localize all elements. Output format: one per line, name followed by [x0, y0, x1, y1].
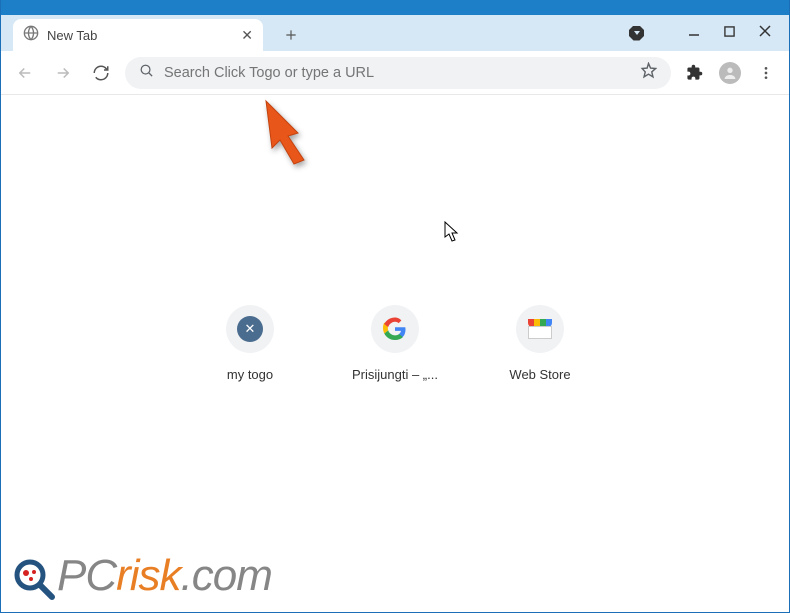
browser-window: New Tab ✕: [0, 0, 790, 613]
google-icon: [383, 317, 407, 341]
close-window-button[interactable]: [759, 24, 771, 42]
shortcut-icon: [371, 305, 419, 353]
forward-button[interactable]: [49, 59, 77, 87]
tab-active[interactable]: New Tab ✕: [13, 19, 263, 51]
shortcut-web-store[interactable]: Web Store: [495, 305, 585, 382]
arrow-annotation-icon: [254, 98, 324, 168]
cursor-icon: [444, 221, 460, 243]
close-tab-button[interactable]: ✕: [241, 28, 253, 42]
extensions-button[interactable]: [681, 64, 707, 81]
webstore-icon: [528, 319, 552, 339]
shortcut-label: Web Store: [495, 367, 585, 382]
togo-icon: ✕: [237, 316, 263, 342]
watermark: PCrisk.com: [13, 551, 272, 601]
shortcut-icon: [516, 305, 564, 353]
magnifier-icon: [13, 558, 55, 600]
profile-button[interactable]: [717, 62, 743, 84]
watermark-text-risk: risk: [116, 551, 180, 601]
titlebar: [1, 0, 789, 15]
content-area: ✕ my togo Prisijungti – „...: [1, 95, 789, 611]
search-input[interactable]: [164, 65, 630, 81]
menu-button[interactable]: [753, 65, 779, 81]
stop-sign-icon: [629, 26, 644, 41]
new-tab-button[interactable]: [277, 21, 305, 49]
search-icon: [139, 63, 154, 83]
shortcuts-row: ✕ my togo Prisijungti – „...: [205, 305, 585, 382]
shortcut-label: my togo: [205, 367, 295, 382]
globe-icon: [23, 25, 39, 46]
shortcut-prisijungti[interactable]: Prisijungti – „...: [350, 305, 440, 382]
shortcut-my-togo[interactable]: ✕ my togo: [205, 305, 295, 382]
watermark-text-pc: PC: [57, 551, 116, 601]
shortcut-label: Prisijungti – „...: [350, 367, 440, 382]
bookmark-icon[interactable]: [640, 62, 657, 84]
tab-strip: New Tab ✕: [1, 15, 789, 51]
reload-button[interactable]: [87, 59, 115, 87]
address-bar[interactable]: [125, 57, 671, 89]
back-button[interactable]: [11, 59, 39, 87]
minimize-button[interactable]: [688, 24, 700, 42]
toolbar: [1, 51, 789, 95]
maximize-button[interactable]: [724, 24, 735, 42]
watermark-text-com: .com: [181, 551, 272, 601]
window-controls: [629, 15, 789, 51]
tab-title: New Tab: [47, 28, 233, 43]
shortcut-icon: ✕: [226, 305, 274, 353]
